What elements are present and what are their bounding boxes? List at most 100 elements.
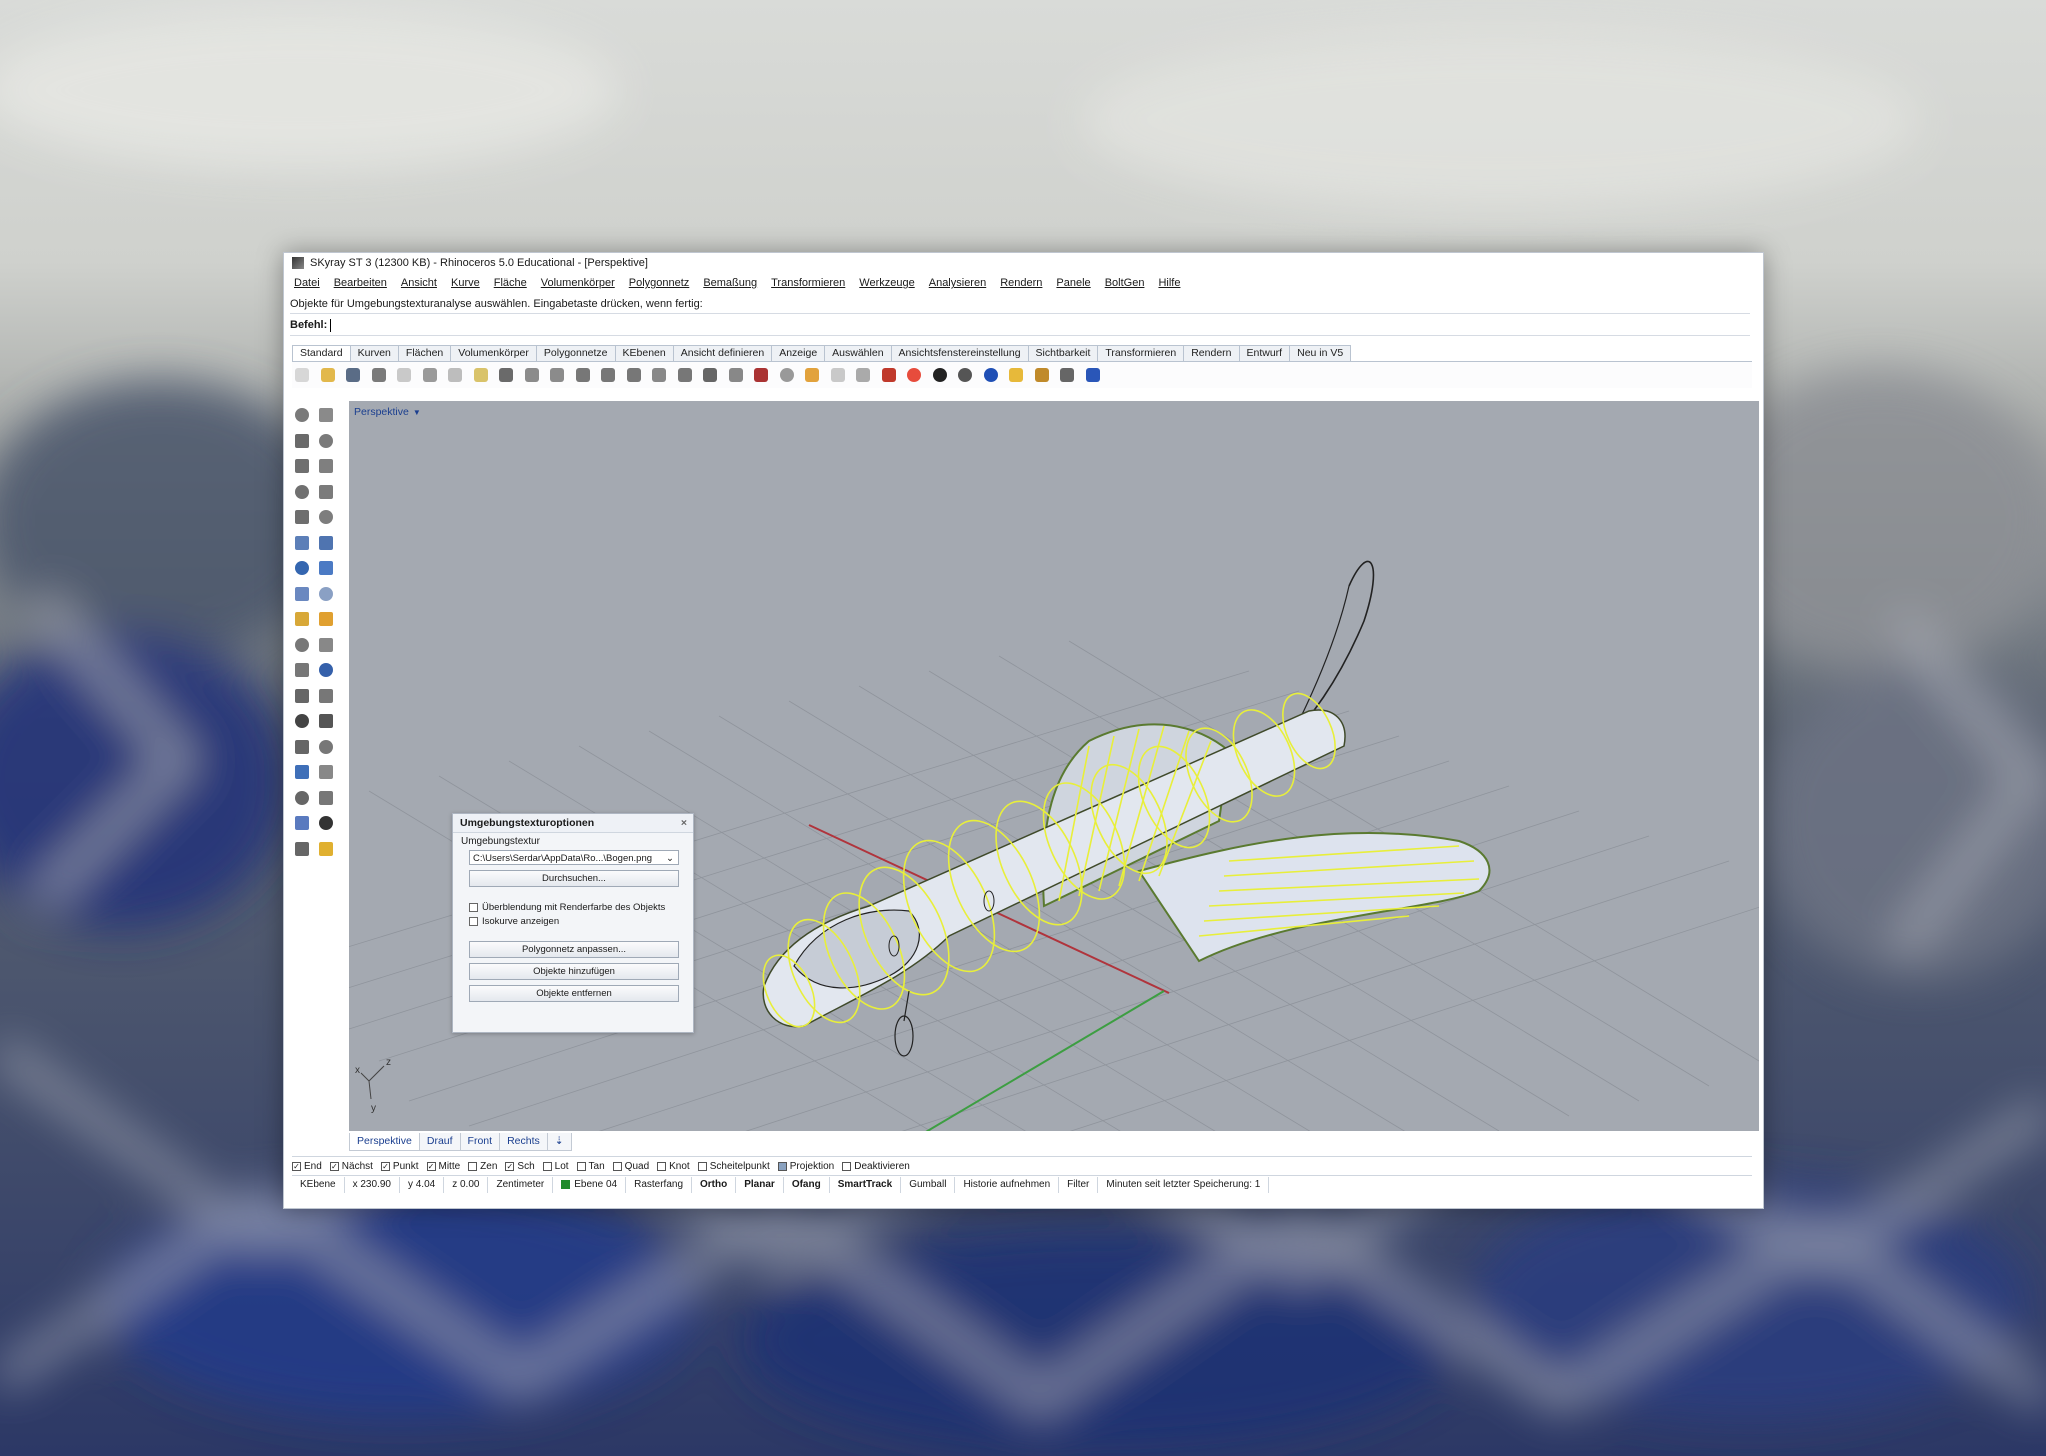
named-view-icon[interactable] — [726, 365, 746, 385]
menu-item-bema-ung[interactable]: Bemaßung — [703, 277, 757, 289]
tab-auswahlen[interactable]: Auswählen — [824, 345, 892, 361]
open-icon[interactable] — [318, 365, 338, 385]
status-toggle-ofang[interactable]: Ofang — [784, 1177, 830, 1193]
remove-objects-button[interactable]: Objekte entfernen — [469, 985, 679, 1002]
arc-icon[interactable] — [292, 507, 312, 527]
osnap-projektion[interactable]: Projektion — [777, 1161, 834, 1172]
box-icon[interactable] — [292, 558, 312, 578]
join-icon[interactable] — [292, 635, 312, 655]
block-icon[interactable] — [1057, 365, 1077, 385]
array-icon[interactable] — [292, 737, 312, 757]
grid-icon[interactable] — [292, 788, 312, 808]
fillet-icon[interactable] — [316, 507, 336, 527]
status-toggle-rasterfang[interactable]: Rasterfang — [626, 1177, 693, 1193]
osnap-zen[interactable]: Zen — [468, 1161, 497, 1172]
menu-item-polygonnetz[interactable]: Polygonnetz — [629, 277, 690, 289]
save-icon[interactable] — [343, 365, 363, 385]
cut-icon[interactable] — [420, 365, 440, 385]
blend-checkbox-row[interactable]: Überblendung mit Renderfarbe des Objekts — [469, 902, 665, 913]
light-icon[interactable] — [316, 839, 336, 859]
osnap-deaktivieren[interactable]: Deaktivieren — [842, 1161, 910, 1172]
mirror-icon[interactable] — [316, 737, 336, 757]
print-icon[interactable] — [369, 365, 389, 385]
tab-anzeige[interactable]: Anzeige — [771, 345, 826, 361]
menu-item-ansicht[interactable]: Ansicht — [401, 277, 437, 289]
blend-icon[interactable] — [316, 686, 336, 706]
zoom-extents-icon[interactable] — [624, 365, 644, 385]
osnap-tan[interactable]: Tan — [576, 1161, 605, 1172]
status-units[interactable]: Zentimeter — [488, 1177, 554, 1193]
curve-points-icon[interactable] — [316, 431, 336, 451]
boolean-icon[interactable] — [292, 609, 312, 629]
osnap-checkbox[interactable] — [426, 1161, 436, 1171]
cylinder-icon[interactable] — [292, 584, 312, 604]
globe-icon[interactable] — [981, 365, 1001, 385]
blend-checkbox[interactable] — [469, 903, 478, 912]
copy-icon[interactable] — [445, 365, 465, 385]
zoom-icon[interactable] — [573, 365, 593, 385]
osnap-checkbox[interactable] — [842, 1161, 852, 1171]
osnap-checkbox[interactable] — [697, 1161, 707, 1171]
dialog-close-icon[interactable]: × — [681, 814, 687, 832]
osnap-icon[interactable] — [802, 365, 822, 385]
status-toggle-smarttrack[interactable]: SmartTrack — [830, 1177, 902, 1193]
camera-icon[interactable] — [751, 365, 771, 385]
menu-item-boltgen[interactable]: BoltGen — [1105, 277, 1145, 289]
add-objects-button[interactable]: Objekte hinzufügen — [469, 963, 679, 980]
polyline-icon[interactable] — [292, 431, 312, 451]
osnap-scheitelpunkt[interactable]: Scheitelpunkt — [697, 1161, 770, 1172]
tab-rendern[interactable]: Rendern — [1183, 345, 1240, 361]
circle-icon[interactable] — [292, 456, 312, 476]
osnap-knot[interactable]: Knot — [657, 1161, 690, 1172]
layer-icon[interactable] — [879, 365, 899, 385]
zoom-selected-icon[interactable] — [649, 365, 669, 385]
render-icon[interactable] — [292, 839, 312, 859]
select-arrow-icon[interactable] — [292, 405, 312, 425]
menu-item-werkzeuge[interactable]: Werkzeuge — [859, 277, 914, 289]
lightbulb-icon[interactable] — [828, 365, 848, 385]
extrude-icon[interactable] — [292, 533, 312, 553]
menu-item-analysieren[interactable]: Analysieren — [929, 277, 986, 289]
tab-entwurf[interactable]: Entwurf — [1238, 345, 1291, 361]
menu-item-panele[interactable]: Panele — [1056, 277, 1090, 289]
paste-icon[interactable] — [471, 365, 491, 385]
check-icon[interactable] — [316, 813, 336, 833]
command-line[interactable]: Befehl: — [290, 315, 1750, 336]
osnap-mitte[interactable]: Mitte — [426, 1161, 460, 1172]
zoom-window-icon[interactable] — [598, 365, 618, 385]
tab-ansicht-definieren[interactable]: Ansicht definieren — [672, 345, 773, 361]
surface-icon[interactable] — [316, 533, 336, 553]
offset-icon[interactable] — [292, 686, 312, 706]
isocurve-checkbox[interactable] — [469, 917, 478, 926]
status-toggle-gumball[interactable]: Gumball — [901, 1177, 956, 1193]
tab-standard[interactable]: Standard — [292, 345, 351, 361]
gear-icon[interactable] — [1032, 365, 1052, 385]
menu-item-flache[interactable]: Fläche — [494, 277, 527, 289]
filter-icon[interactable] — [1006, 365, 1026, 385]
trim-icon[interactable] — [292, 660, 312, 680]
viewport-title[interactable]: Perspektive ▼ — [354, 405, 421, 419]
tab-kurven[interactable]: Kurven — [349, 345, 399, 361]
text-icon[interactable] — [292, 711, 312, 731]
osnap-checkbox[interactable] — [468, 1161, 478, 1171]
mesh-icon[interactable] — [292, 762, 312, 782]
tab-flachen[interactable]: Flächen — [397, 345, 452, 361]
status-layer[interactable]: Ebene 04 — [553, 1177, 627, 1193]
tab-sichtbarkeit[interactable]: Sichtbarkeit — [1027, 345, 1099, 361]
sphere-shade-icon[interactable] — [930, 365, 950, 385]
osnap-nachst[interactable]: Nächst — [329, 1161, 373, 1172]
properties-icon[interactable] — [292, 813, 312, 833]
cage-icon[interactable] — [316, 762, 336, 782]
viewport-menu-arrow-icon[interactable]: ▼ — [413, 408, 421, 417]
tab-neu-in-v5[interactable]: Neu in V5 — [1289, 345, 1352, 361]
status-cplane[interactable]: KEbene — [292, 1177, 345, 1193]
osnap-checkbox[interactable] — [657, 1161, 667, 1171]
osnap-checkbox[interactable] — [777, 1161, 787, 1171]
viewport-tab-drauf[interactable]: Drauf — [418, 1133, 461, 1151]
menu-item-datei[interactable]: Datei — [294, 277, 320, 289]
menu-item-volumenkorper[interactable]: Volumenkörper — [541, 277, 615, 289]
plane-icon[interactable] — [316, 584, 336, 604]
osnap-checkbox[interactable] — [612, 1161, 622, 1171]
tab-volumenkorper[interactable]: Volumenkörper — [450, 345, 537, 361]
viewport-tab-rechts[interactable]: Rechts — [499, 1133, 548, 1151]
